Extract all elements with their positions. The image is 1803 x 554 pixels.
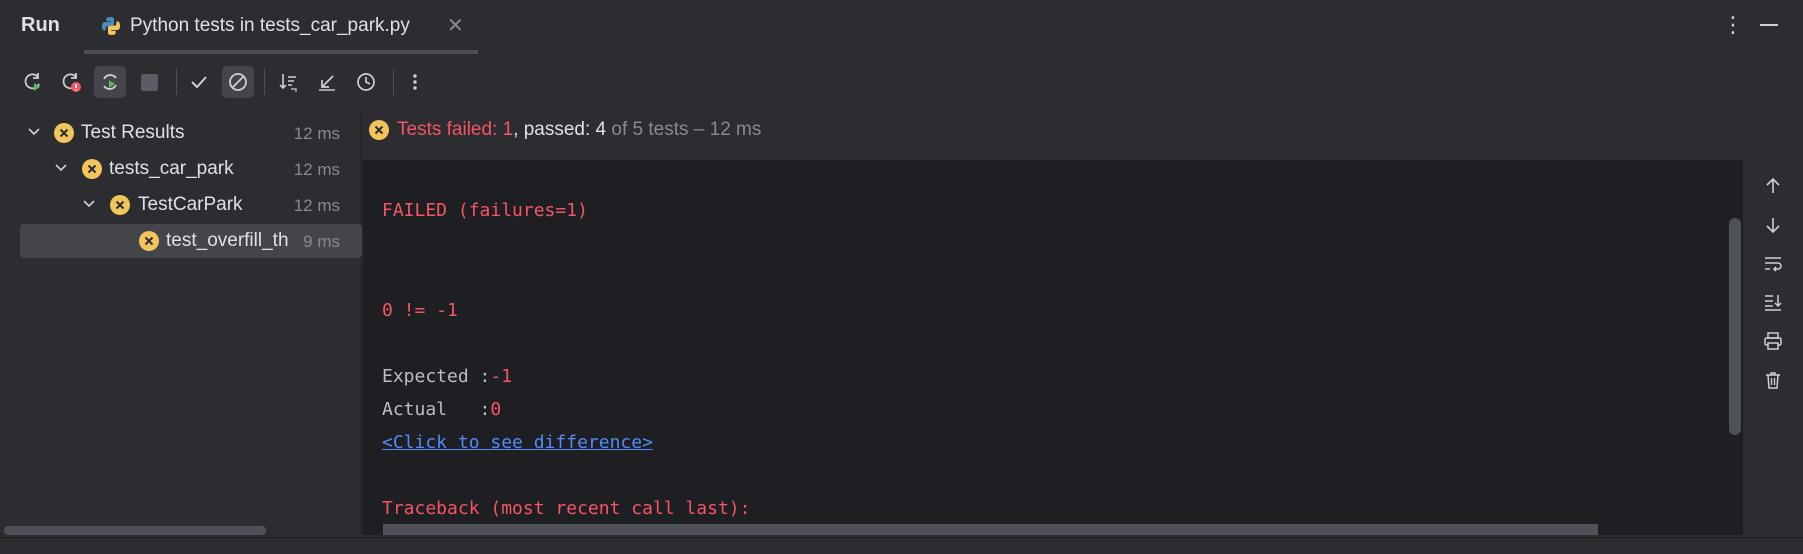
expected-value: -1: [490, 366, 513, 387]
assertion-message: 0 != -1: [382, 300, 458, 321]
rerun-icon[interactable]: [17, 66, 49, 98]
console-line: FAILED (failures=1): [382, 200, 588, 221]
console-line: 0 != -1: [382, 300, 458, 321]
console-line: <Click to see difference>: [382, 432, 653, 453]
close-icon[interactable]: ✕: [447, 13, 464, 38]
tree-item-time: 12 ms: [293, 124, 340, 143]
print-icon[interactable]: [1759, 327, 1787, 355]
show-passed-icon[interactable]: [183, 66, 215, 98]
failed-icon: [54, 123, 74, 143]
tree-item-time: 12 ms: [293, 160, 340, 179]
tree-item-time: 9 ms: [303, 232, 340, 251]
status-failed: Tests failed: 1: [397, 119, 514, 140]
run-title: Run: [21, 14, 60, 36]
tree-item-test-overfill[interactable]: test_overfill_th 9 ms: [20, 224, 362, 258]
failed-icon: [82, 159, 102, 179]
tree-item-label: Test Results: [81, 122, 185, 143]
collapse-icon[interactable]: [311, 66, 343, 98]
console-side-toolbar: [1755, 160, 1791, 400]
minimize-icon[interactable]: [1760, 24, 1778, 26]
failed-icon: [369, 120, 389, 140]
failed-summary: FAILED (failures=1): [382, 200, 588, 221]
see-difference-link[interactable]: <Click to see difference>: [382, 432, 653, 453]
console-line: Expected :-1: [382, 366, 512, 387]
actual-value: 0: [490, 399, 502, 420]
toolbar-separator: [393, 69, 394, 95]
status-passed: passed: 4: [523, 119, 607, 140]
traceback-header: Traceback (most recent call last):: [382, 498, 751, 519]
console-line: Actual :0: [382, 399, 501, 420]
console-line: Traceback (most recent call last):: [382, 498, 750, 519]
tree-item-label: test_overfill_th: [166, 230, 289, 251]
python-icon: [100, 15, 122, 37]
history-icon[interactable]: [350, 66, 382, 98]
tree-item-test-results[interactable]: Test Results 12 ms: [20, 116, 362, 150]
tree-item-tests-car-park[interactable]: tests_car_park 12 ms: [20, 152, 362, 186]
run-tool-window-header: Run Python tests in tests_car_park.py ✕ …: [0, 0, 1803, 54]
failed-icon: [139, 231, 159, 251]
trash-icon[interactable]: [1759, 366, 1787, 394]
actual-label: Actual :: [382, 399, 491, 420]
chevron-down-icon[interactable]: [26, 124, 42, 140]
tree-horizontal-scrollbar[interactable]: [4, 526, 266, 535]
tab-underline: [84, 50, 478, 54]
console-vertical-scrollbar[interactable]: [1729, 218, 1741, 435]
stop-icon[interactable]: [133, 66, 165, 98]
tree-item-label: TestCarPark: [138, 194, 243, 215]
console-output[interactable]: FAILED (failures=1) 0 != -1 Expected :-1…: [363, 160, 1743, 535]
toolbar-separator: [176, 69, 177, 95]
test-status-line: Tests failed: 1, passed: 4 of 5 tests – …: [363, 110, 1803, 150]
failed-icon: [110, 195, 130, 215]
chevron-down-icon[interactable]: [81, 196, 97, 212]
up-arrow-icon[interactable]: [1759, 172, 1787, 200]
expected-label: Expected :: [382, 366, 491, 387]
tree-item-label: tests_car_park: [109, 158, 234, 179]
more-options-icon[interactable]: ⋮: [1722, 12, 1744, 38]
test-results-tree: Test Results 12 ms tests_car_park 12 ms …: [0, 110, 362, 535]
console-horizontal-scrollbar[interactable]: [383, 524, 1598, 535]
rerun-failed-icon[interactable]: [55, 66, 87, 98]
status-separator: ,: [513, 119, 524, 140]
toolbar-separator: [264, 69, 265, 95]
toggle-auto-test-icon[interactable]: [94, 66, 126, 98]
status-total: of 5 tests – 12 ms: [606, 119, 762, 140]
tab-label: Python tests in tests_car_park.py: [130, 15, 410, 36]
chevron-down-icon[interactable]: [53, 160, 69, 176]
status-text: Tests failed: 1, passed: 4 of 5 tests – …: [397, 119, 761, 141]
soft-wrap-icon[interactable]: [1759, 250, 1787, 278]
tree-item-testcarpark[interactable]: TestCarPark 12 ms: [20, 188, 362, 222]
tab-python-tests[interactable]: Python tests in tests_car_park.py ✕: [84, 0, 478, 54]
down-arrow-icon[interactable]: [1759, 211, 1787, 239]
status-bar: [0, 537, 1803, 554]
show-ignored-icon[interactable]: [222, 66, 254, 98]
run-toolbar: [0, 62, 1803, 102]
tree-item-time: 12 ms: [293, 196, 340, 215]
sort-icon[interactable]: [272, 66, 304, 98]
scroll-to-end-icon[interactable]: [1759, 288, 1787, 316]
more-icon[interactable]: [399, 66, 431, 98]
